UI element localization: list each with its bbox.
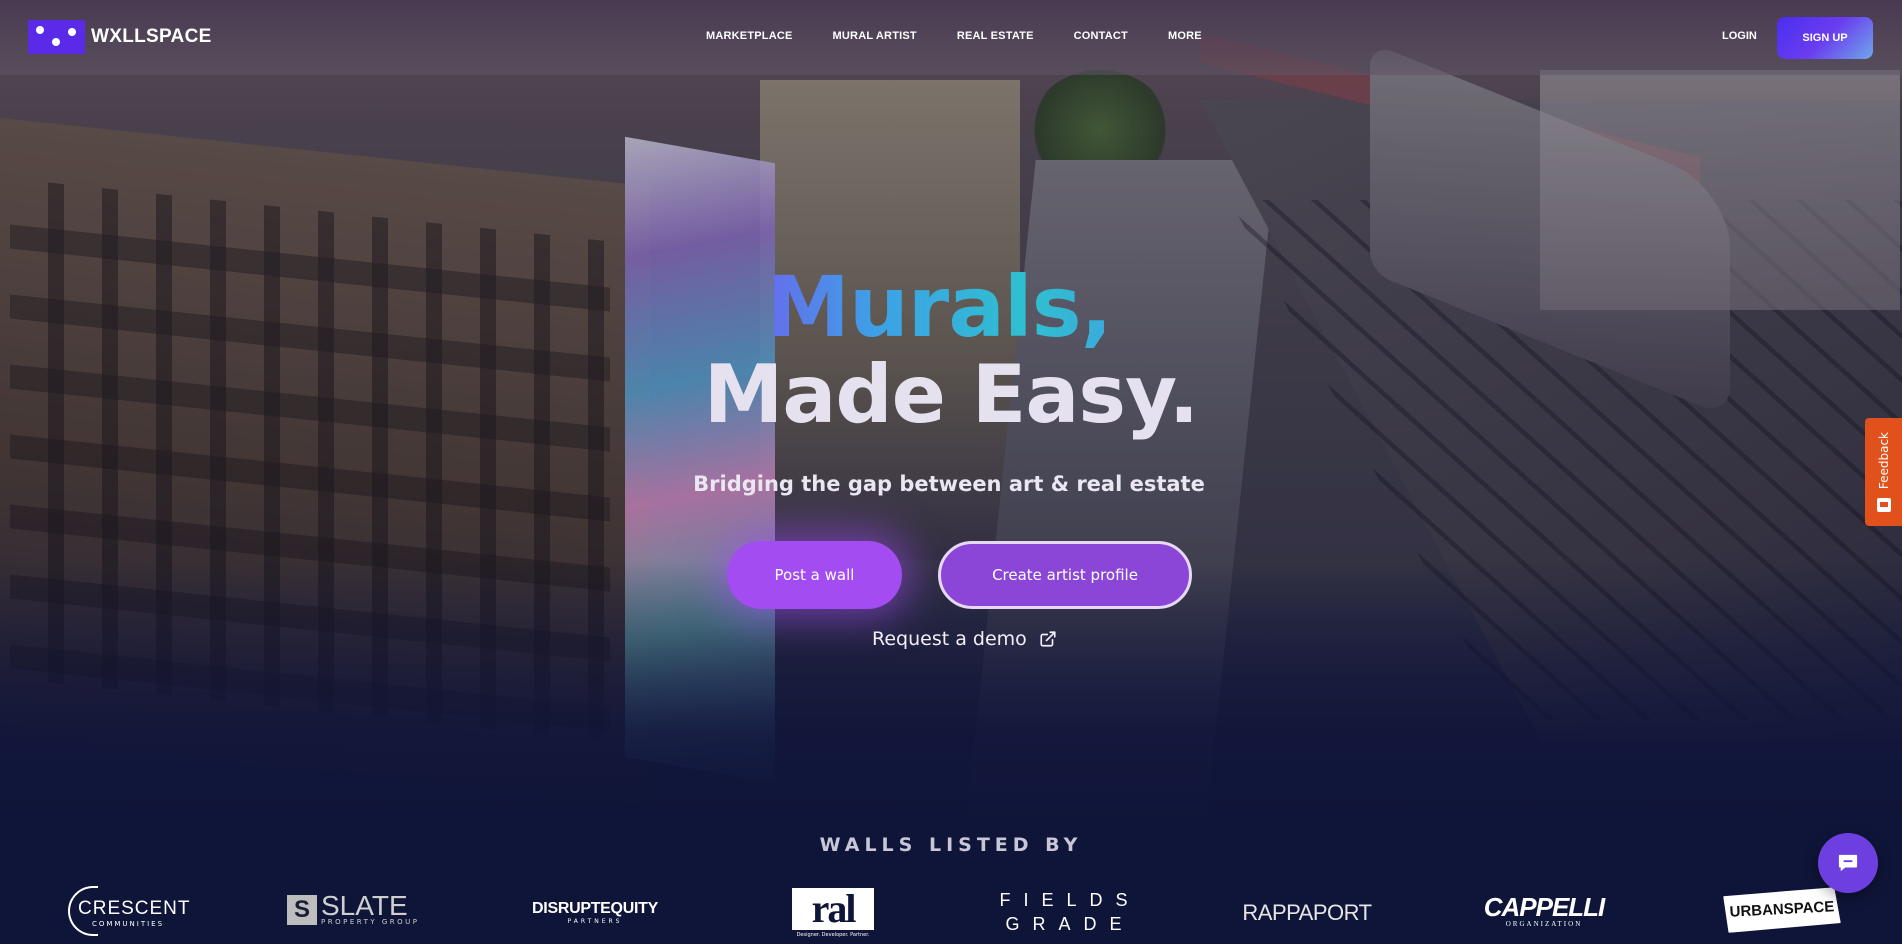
brand-name: WXLLSPACE: [91, 26, 212, 47]
post-a-wall-button[interactable]: Post a wall: [727, 541, 902, 609]
main-nav-links: MARKETPLACE MURAL ARTIST REAL ESTATE CON…: [706, 30, 1202, 42]
top-navigation-bar: WXLLSPACE MARKETPLACE MURAL ARTIST REAL …: [0, 0, 1902, 75]
request-demo-link[interactable]: Request a demo: [872, 628, 1057, 650]
nav-link-real-estate[interactable]: REAL ESTATE: [957, 30, 1034, 42]
fields-logo-subtext: GRADE: [1005, 914, 1135, 934]
feedback-icon: [1876, 497, 1891, 512]
ral-logo: ral Designer. Developer. Partner.: [792, 888, 874, 938]
partner-logos-row: CRESCENT COMMUNITIES S SLATE PROPERTY GR…: [0, 880, 1902, 940]
wxllspace-logo-icon: [28, 20, 85, 54]
request-demo-label: Request a demo: [872, 628, 1027, 650]
slate-property-group-logo: S SLATE PROPERTY GROUP: [287, 890, 429, 926]
chat-launcher-button[interactable]: [1818, 833, 1878, 893]
slate-logo-text: SLATE: [321, 890, 408, 921]
fields-grade-logo: FIELDS GRADE: [995, 888, 1145, 936]
cappelli-organization-logo: CAPPELLI ORGANIZATION: [1472, 894, 1616, 928]
external-link-icon: [1040, 631, 1056, 647]
cappelli-logo-text: CAPPELLI: [1483, 892, 1606, 922]
create-artist-profile-button[interactable]: Create artist profile: [938, 541, 1192, 609]
login-link[interactable]: LOGIN: [1722, 30, 1757, 42]
ral-logo-subtext: Designer. Developer. Partner.: [796, 932, 870, 938]
feedback-label: Feedback: [1876, 432, 1891, 490]
disruptequity-logo-text: DISRUPTEQUITY: [532, 900, 658, 917]
crescent-communities-logo: CRESCENT COMMUNITIES: [68, 886, 190, 936]
sign-up-button[interactable]: SIGN UP: [1777, 17, 1873, 59]
hero-headline-line2: Made Easy.: [703, 348, 1199, 441]
hero-headline-line1: Murals,: [0, 258, 1902, 356]
nav-link-mural-artist[interactable]: MURAL ARTIST: [833, 30, 917, 42]
fields-logo-text: FIELDS: [999, 890, 1141, 910]
walls-listed-by-heading: WALLS LISTED BY: [819, 834, 1083, 856]
feedback-tab[interactable]: Feedback: [1865, 418, 1902, 526]
brand-home-link[interactable]: WXLLSPACE: [28, 20, 212, 54]
rappaport-logo: RAPPAPORT: [1242, 900, 1372, 925]
nav-link-contact[interactable]: CONTACT: [1074, 30, 1128, 42]
nav-link-more[interactable]: MORE: [1168, 30, 1202, 42]
hero-subtitle: Bridging the gap between art & real esta…: [693, 472, 1205, 496]
disruptequity-partners-logo: DISRUPTEQUITY PARTNERS: [528, 900, 662, 925]
chat-bubble-icon: [1838, 854, 1858, 872]
urbanspace-logo: URBANSPACE: [1723, 887, 1841, 933]
ral-logo-text: ral: [792, 888, 874, 930]
nav-link-marketplace[interactable]: MARKETPLACE: [706, 30, 793, 42]
slate-logo-subtext: PROPERTY GROUP: [321, 918, 420, 926]
disruptequity-logo-subtext: PARTNERS: [567, 918, 623, 925]
